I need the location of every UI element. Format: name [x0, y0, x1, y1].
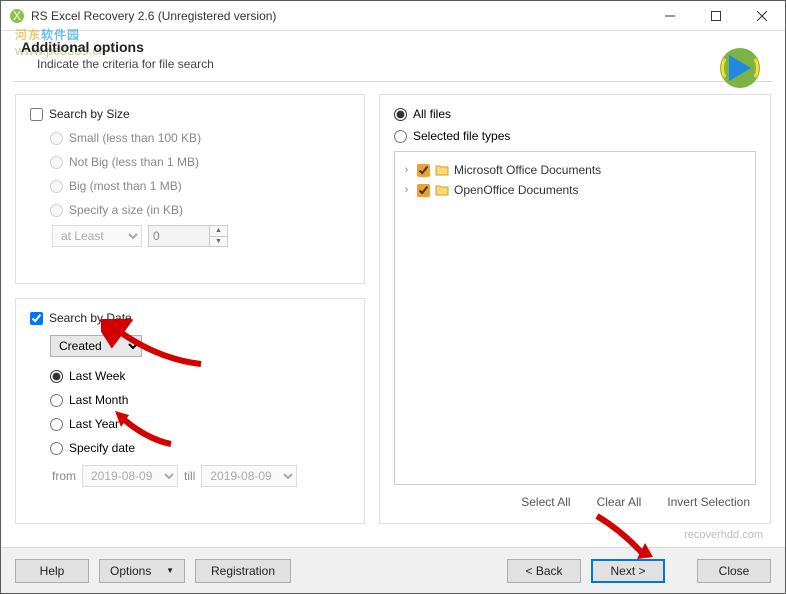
- product-logo-icon: [717, 45, 763, 91]
- options-button[interactable]: Options▼: [99, 559, 185, 583]
- tree-row[interactable]: › Microsoft Office Documents: [401, 160, 749, 180]
- size-specify-radio: [50, 204, 63, 217]
- folder-icon: [435, 183, 449, 197]
- search-by-date-panel: Search by Date Created Last Week Last Mo…: [15, 298, 365, 524]
- date-from-select: 2019-08-09: [82, 465, 178, 487]
- search-by-size-label: Search by Size: [49, 107, 130, 121]
- clear-all-link[interactable]: Clear All: [597, 495, 642, 509]
- app-icon: X: [9, 8, 25, 24]
- size-mode-select: at Least: [52, 225, 142, 247]
- svg-text:X: X: [13, 9, 21, 23]
- folder-icon: [435, 163, 449, 177]
- size-big-radio: [50, 180, 63, 193]
- search-by-size-panel: Search by Size Small (less than 100 KB) …: [15, 94, 365, 284]
- all-files-radio[interactable]: [394, 108, 407, 121]
- search-by-date-label: Search by Date: [49, 311, 132, 325]
- chevron-right-icon[interactable]: ›: [401, 184, 412, 196]
- spin-down-icon: ▼: [210, 237, 227, 247]
- date-last-year-radio[interactable]: [50, 418, 63, 431]
- page-subtitle: Indicate the criteria for file search: [37, 57, 765, 71]
- tree-item-checkbox[interactable]: [417, 164, 430, 177]
- titlebar: X RS Excel Recovery 2.6 (Unregistered ve…: [1, 1, 785, 31]
- invert-selection-link[interactable]: Invert Selection: [667, 495, 750, 509]
- vendor-link[interactable]: recoverhdd.com: [684, 529, 763, 541]
- maximize-button[interactable]: [693, 1, 739, 31]
- date-till-select: 2019-08-09: [201, 465, 297, 487]
- tree-item-checkbox[interactable]: [417, 184, 430, 197]
- file-types-panel: All files Selected file types › Microsof…: [379, 94, 771, 524]
- tree-item-label: OpenOffice Documents: [454, 183, 579, 197]
- content-area: Search by Size Small (less than 100 KB) …: [1, 82, 785, 524]
- back-button[interactable]: < Back: [507, 559, 581, 583]
- date-last-week-radio[interactable]: [50, 370, 63, 383]
- page-title: Additional options: [21, 39, 765, 55]
- file-types-tree[interactable]: › Microsoft Office Documents › OpenOffic…: [394, 151, 756, 485]
- date-last-month-radio[interactable]: [50, 394, 63, 407]
- close-button[interactable]: Close: [697, 559, 771, 583]
- search-by-size-checkbox[interactable]: [30, 108, 43, 121]
- date-field-select[interactable]: Created: [50, 335, 142, 357]
- window-title: RS Excel Recovery 2.6 (Unregistered vers…: [31, 9, 647, 23]
- spin-up-icon: ▲: [210, 226, 227, 237]
- tree-item-label: Microsoft Office Documents: [454, 163, 601, 177]
- chevron-down-icon: ▼: [166, 566, 174, 575]
- size-small-radio: [50, 132, 63, 145]
- chevron-right-icon[interactable]: ›: [401, 164, 412, 176]
- size-value-spinner: ▲▼: [148, 225, 228, 247]
- search-by-date-checkbox[interactable]: [30, 312, 43, 325]
- close-window-button[interactable]: [739, 1, 785, 31]
- footer-bar: Help Options▼ Registration < Back Next >…: [1, 547, 785, 593]
- size-notbig-radio: [50, 156, 63, 169]
- page-header: Additional options Indicate the criteria…: [1, 31, 785, 75]
- tree-row[interactable]: › OpenOffice Documents: [401, 180, 749, 200]
- minimize-button[interactable]: [647, 1, 693, 31]
- select-all-link[interactable]: Select All: [521, 495, 570, 509]
- help-button[interactable]: Help: [15, 559, 89, 583]
- next-button[interactable]: Next >: [591, 559, 665, 583]
- registration-button[interactable]: Registration: [195, 559, 291, 583]
- date-specify-radio[interactable]: [50, 442, 63, 455]
- selected-file-types-radio[interactable]: [394, 130, 407, 143]
